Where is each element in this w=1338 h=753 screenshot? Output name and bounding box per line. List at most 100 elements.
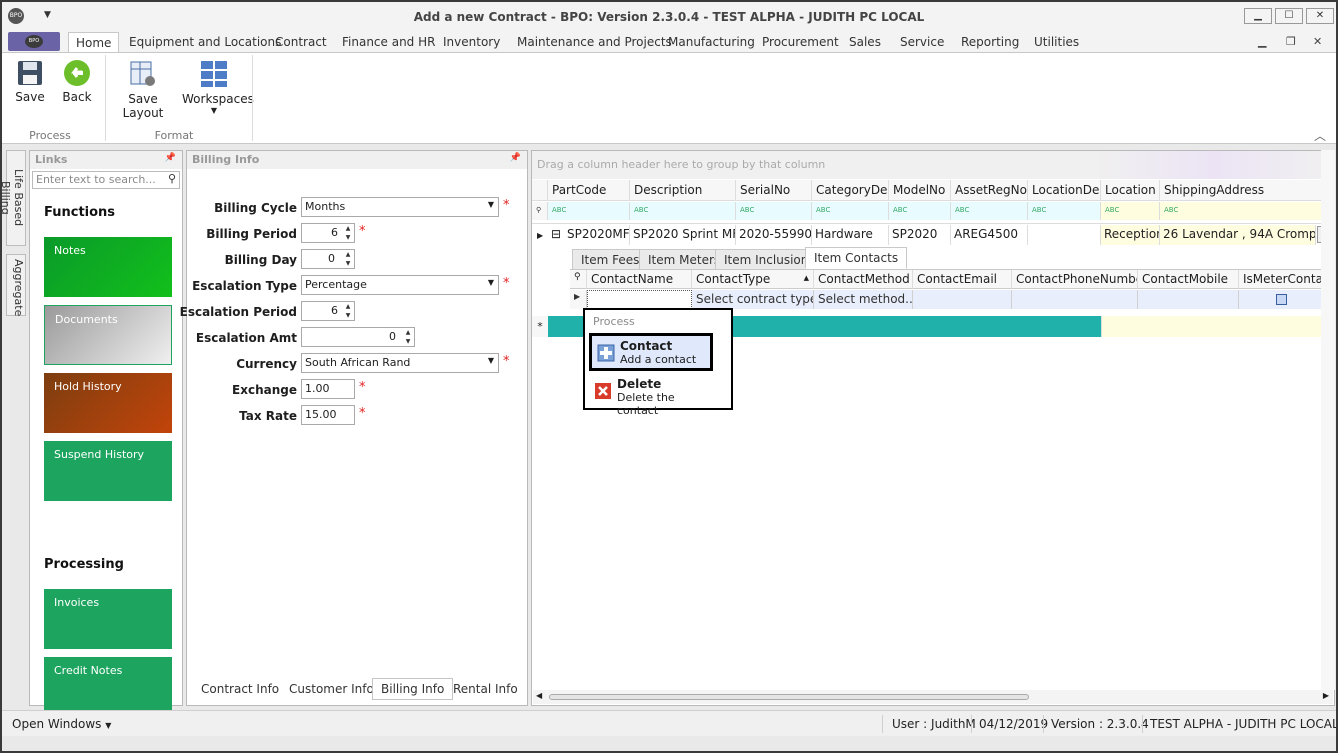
spin-arrows-icon[interactable]: ▲ ▼ [402, 328, 414, 346]
cell-description[interactable]: SP2020 Sprint MFC [630, 225, 736, 245]
links-search-input[interactable]: Enter text to search... ⚲ [32, 171, 180, 189]
column-header-shippingaddress[interactable]: ShippingAddress [1160, 180, 1334, 201]
chevron-down-icon[interactable]: ▼ [488, 200, 494, 209]
contacttype-cell[interactable]: Select contract type... [692, 290, 814, 309]
cell-locationdesc[interactable] [1028, 225, 1101, 245]
delete-contact-menu-item[interactable]: Delete Delete the contact [589, 374, 713, 417]
tab-sales[interactable]: Sales [849, 35, 881, 49]
minimize-button[interactable]: ▁ [1244, 8, 1272, 24]
cell-serialno[interactable]: 2020-559900 [736, 225, 812, 245]
column-header-description[interactable]: Description [630, 180, 736, 201]
tab-finance-and-hr[interactable]: Finance and HR [342, 35, 435, 49]
column-header-contactmobile[interactable]: ContactMobile [1138, 270, 1239, 289]
cell-partcode[interactable]: SP2020MFC [564, 225, 630, 245]
back-button[interactable]: Back [60, 59, 94, 104]
column-header-serialno[interactable]: SerialNo [736, 180, 812, 201]
side-tab-aggregate[interactable]: Aggregate [6, 254, 26, 316]
filter-partcode[interactable]: ABC [548, 202, 630, 220]
scrollbar-thumb[interactable] [549, 694, 1029, 700]
tab-service[interactable]: Service [900, 35, 944, 49]
tab-procurement[interactable]: Procurement [762, 35, 839, 49]
tab-manufacturing[interactable]: Manufacturing [668, 35, 755, 49]
cell-location[interactable]: Reception [1101, 225, 1160, 245]
column-header-ismetercontact[interactable]: IsMeterContact [1239, 270, 1323, 289]
filter-location[interactable]: ABC [1101, 202, 1160, 220]
hold-history-tile[interactable]: Hold History [44, 373, 172, 433]
tab-contract[interactable]: Contract [275, 35, 327, 49]
filter-modelno[interactable]: ABC [889, 202, 951, 220]
column-header-contacttype[interactable]: ContactType ▲ [692, 270, 814, 289]
contactphonenumber-cell[interactable] [1012, 290, 1138, 309]
escalation-period-stepper[interactable]: 6 ▲ ▼ [301, 301, 355, 321]
filter-locationdesc[interactable]: ABC [1028, 202, 1101, 220]
billing-cycle-select[interactable]: Months ▼ [301, 197, 499, 217]
cell-modelno[interactable]: SP2020 [889, 225, 951, 245]
pin-icon[interactable]: 📌 [165, 153, 176, 163]
filter-serialno[interactable]: ABC [736, 202, 812, 220]
column-header-contactname[interactable]: ContactName [587, 270, 692, 289]
filter-assetregno[interactable]: ABC [951, 202, 1028, 220]
mdi-minimize-icon[interactable]: ▁ [1258, 35, 1266, 48]
column-header-modelno[interactable]: ModelNo [889, 180, 951, 201]
cell-assetregno[interactable]: AREG4500 [951, 225, 1028, 245]
tab-rental-info[interactable]: Rental Info [453, 682, 518, 696]
tab-equipment-and-locations[interactable]: Equipment and Locations [129, 35, 281, 49]
tab-customer-info[interactable]: Customer Info [289, 682, 374, 696]
column-header-categorydesc[interactable]: CategoryDesc [812, 180, 889, 201]
exchange-input[interactable]: 1.00 [301, 379, 355, 399]
cell-shippingaddress[interactable]: 26 Lavendar , 94A Crompton ... [1160, 225, 1316, 245]
escalation-type-select[interactable]: Percentage ▼ [301, 275, 499, 295]
scroll-right-icon[interactable]: ▶ [1323, 691, 1329, 700]
mdi-close-icon[interactable]: ✕ [1313, 35, 1322, 48]
tab-billing-info[interactable]: Billing Info [372, 678, 454, 700]
invoices-tile[interactable]: Invoices [44, 589, 172, 649]
spin-arrows-icon[interactable]: ▲ ▼ [342, 250, 354, 268]
tab-utilities[interactable]: Utilities [1034, 35, 1079, 49]
currency-select[interactable]: South African Rand ▼ [301, 353, 499, 373]
close-button[interactable]: ✕ [1306, 8, 1334, 24]
contactmethod-cell[interactable]: Select method... [814, 290, 913, 309]
cell-categorydesc[interactable]: Hardware [812, 225, 889, 245]
filter-categorydesc[interactable]: ABC [812, 202, 889, 220]
vertical-scrollbar[interactable] [1321, 150, 1335, 690]
save-button[interactable]: Save [14, 59, 46, 104]
search-icon[interactable]: ⚲ [168, 172, 176, 185]
column-header-partcode[interactable]: PartCode [548, 180, 630, 201]
filter-shippingaddress[interactable]: ABC [1160, 202, 1334, 220]
add-contact-menu-item[interactable]: Contact Add a contact [589, 333, 713, 371]
tab-item-contacts[interactable]: Item Contacts [805, 247, 908, 269]
tab-inventory[interactable]: Inventory [443, 35, 500, 49]
column-header-contactphonenumber[interactable]: ContactPhoneNumber [1012, 270, 1138, 289]
open-windows-button[interactable]: Open Windows ▼ [12, 717, 111, 731]
chevron-down-icon[interactable]: ▼ [488, 356, 494, 365]
credit-notes-tile[interactable]: Credit Notes [44, 657, 172, 717]
maximize-button[interactable]: ☐ [1275, 8, 1303, 24]
chevron-down-icon[interactable]: ▼ [488, 278, 494, 287]
column-header-location[interactable]: Location [1101, 180, 1160, 201]
tab-home[interactable]: Home [68, 32, 120, 53]
expand-row-icon[interactable]: ⊟ [548, 225, 564, 245]
checkbox-icon[interactable] [1276, 294, 1287, 305]
column-header-assetregno[interactable]: AssetRegNo [951, 180, 1028, 201]
contactmobile-cell[interactable] [1138, 290, 1239, 309]
spin-arrows-icon[interactable]: ▲ ▼ [342, 302, 354, 320]
column-header-contactmethod[interactable]: ContactMethod [814, 270, 913, 289]
tab-item-fees[interactable]: Item Fees [572, 249, 649, 270]
contactemail-cell[interactable] [913, 290, 1012, 309]
billing-day-stepper[interactable]: 0 ▲ ▼ [301, 249, 355, 269]
notes-tile[interactable]: Notes [44, 237, 172, 297]
tab-maintenance-and-projects[interactable]: Maintenance and Projects [517, 35, 672, 49]
documents-tile[interactable]: Documents [44, 305, 172, 365]
horizontal-scrollbar[interactable]: ◀ ▶ [533, 690, 1333, 704]
collapse-ribbon-icon[interactable]: ︿ [1314, 127, 1326, 144]
file-menu-button[interactable]: BPO [8, 32, 60, 51]
mdi-restore-icon[interactable]: ❐ [1286, 35, 1296, 48]
pin-icon[interactable]: 📌 [510, 153, 521, 163]
tab-reporting[interactable]: Reporting [961, 35, 1019, 49]
billing-period-stepper[interactable]: 6 ▲ ▼ [301, 223, 355, 243]
spin-arrows-icon[interactable]: ▲ ▼ [342, 224, 354, 242]
new-row-yellow-cells[interactable] [1101, 316, 1334, 337]
column-header-contactemail[interactable]: ContactEmail [913, 270, 1012, 289]
group-panel[interactable]: Drag a column header here to group by th… [532, 151, 1334, 179]
tab-contract-info[interactable]: Contract Info [201, 682, 279, 696]
